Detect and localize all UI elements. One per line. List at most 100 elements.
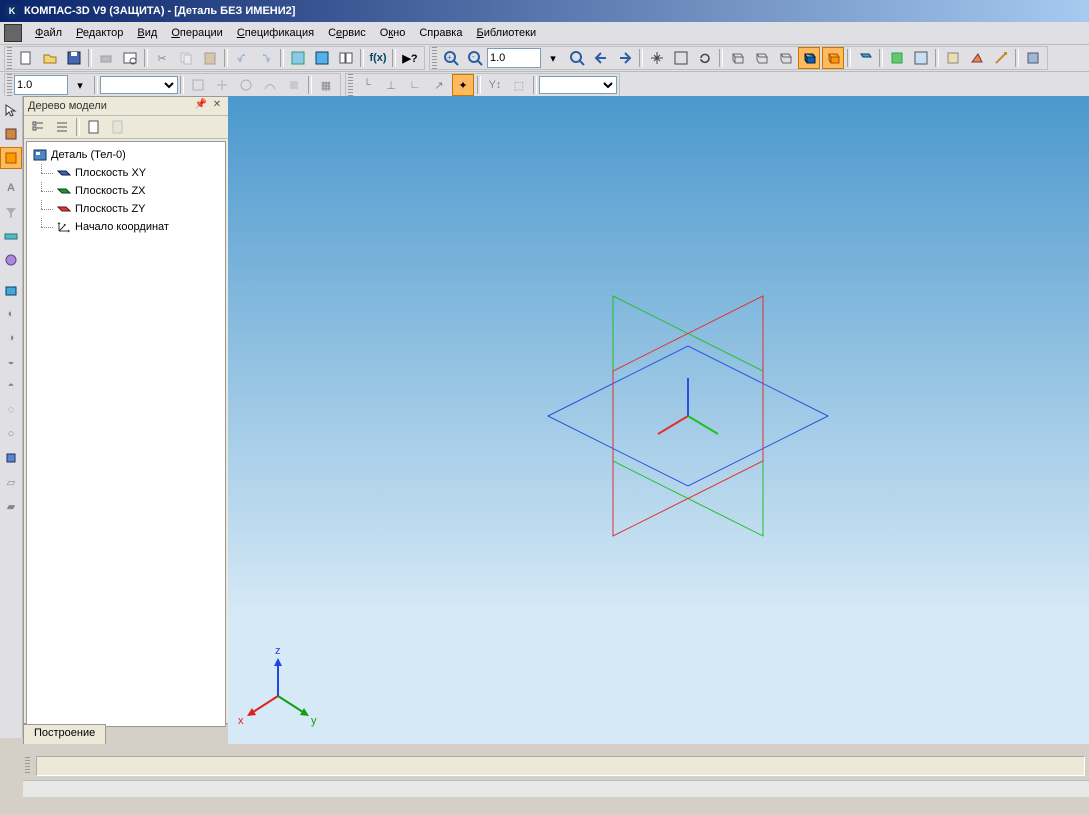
wireframe-button[interactable] [726,47,748,69]
tree-item-zx[interactable]: Плоскость ZX [29,182,223,200]
side-t1-button[interactable]: ◐ [0,303,22,325]
menu-help[interactable]: Справка [412,25,469,41]
side-filter-button[interactable] [0,201,22,223]
snap-e-button[interactable]: ✦ [452,74,474,96]
side-text-button[interactable]: A [0,177,22,199]
menu-service[interactable]: Сервис [321,25,373,41]
panel-close-button[interactable]: ✕ [210,99,224,113]
undo-button[interactable] [231,47,253,69]
panel-title-bar[interactable]: Дерево модели 📌 ✕ [24,97,228,116]
variant-select[interactable] [100,76,178,94]
tool-a-button[interactable] [942,47,964,69]
side-t7-button[interactable] [0,447,22,469]
menu-editor[interactable]: Редактор [69,25,130,41]
shaded-button[interactable] [798,47,820,69]
side-measure-button[interactable] [0,225,22,247]
panel-pin-button[interactable]: 📌 [194,99,208,113]
snap-b-button[interactable]: ⊥ [380,74,402,96]
snap5-button[interactable] [283,74,305,96]
tree-props-button[interactable] [83,116,105,138]
toolbar-grip[interactable] [348,74,353,96]
grid-button[interactable]: ▦ [315,74,337,96]
cut-button[interactable]: ✂ [151,47,173,69]
zoom-next-button[interactable] [614,47,636,69]
shaded-edges-button[interactable] [822,47,844,69]
side-t4-button[interactable]: ◓ [0,375,22,397]
tree-item-zy[interactable]: Плоскость ZY [29,200,223,218]
tree-item-origin[interactable]: Начало координат [29,218,223,236]
zoom-out-button[interactable]: - [464,47,486,69]
help-button[interactable]: ▶? [399,47,421,69]
side-t5-button[interactable]: ◌ [0,399,22,421]
pan-button[interactable] [646,47,668,69]
side-t9-button[interactable]: ▰ [0,495,22,517]
rotate-button[interactable] [694,47,716,69]
menu-operations[interactable]: Операции [164,25,229,41]
3d-viewport[interactable]: z x y [228,96,1089,744]
snap2-button[interactable] [211,74,233,96]
section-button[interactable] [886,47,908,69]
snap3-button[interactable] [235,74,257,96]
hidden-lines-button[interactable] [750,47,772,69]
document-icon[interactable] [4,24,22,42]
rebuild-button[interactable] [990,47,1012,69]
tab-build[interactable]: Построение [23,724,106,744]
bottom-scrollbar[interactable] [23,780,1089,797]
side-t3-button[interactable]: ◒ [0,351,22,373]
tree-item-xy[interactable]: Плоскость XY [29,164,223,182]
side-operation-button[interactable] [0,147,22,169]
toolbar-grip[interactable] [7,74,12,96]
save-button[interactable] [63,47,85,69]
properties-button[interactable] [335,47,357,69]
variables-button[interactable]: f(x) [367,47,389,69]
snap-g-button[interactable]: ⬚ [508,74,530,96]
snap-mode-select[interactable] [539,76,617,94]
print-preview-button[interactable] [119,47,141,69]
perspective-button[interactable] [854,47,876,69]
redo-button[interactable] [255,47,277,69]
tree-root[interactable]: Деталь (Тел-0) [29,146,223,164]
zoom-window-button[interactable] [566,47,588,69]
step-input[interactable] [14,75,68,95]
snap4-button[interactable] [259,74,281,96]
zoom-in-button[interactable]: + [440,47,462,69]
tree-mode1-button[interactable] [27,116,49,138]
side-extrude-button[interactable] [0,279,22,301]
side-aux-button[interactable] [0,249,22,271]
toolbar-end-button[interactable] [1022,47,1044,69]
menu-window[interactable]: Окно [373,25,413,41]
open-button[interactable] [39,47,61,69]
side-t8-button[interactable]: ▱ [0,471,22,493]
zoom-fit-button[interactable] [670,47,692,69]
spec-button[interactable] [287,47,309,69]
menu-libraries[interactable]: Библиотеки [469,25,543,41]
snap-f-button[interactable]: Y↕ [484,74,506,96]
tool-b-button[interactable] [966,47,988,69]
toolbar-grip[interactable] [7,47,12,69]
zoom-dropdown-button[interactable]: ▾ [542,47,564,69]
menu-file[interactable]: ФФайлайл [28,25,69,41]
step-dropdown-button[interactable]: ▾ [69,74,91,96]
toolbar-grip[interactable] [432,47,437,69]
redraw-button[interactable] [910,47,932,69]
side-t2-button[interactable]: ◑ [0,327,22,349]
snap1-button[interactable] [187,74,209,96]
zoom-scale-input[interactable] [487,48,541,68]
snap-c-button[interactable]: ∟ [404,74,426,96]
paste-button[interactable] [199,47,221,69]
tree-display-button[interactable] [107,116,129,138]
status-grip[interactable] [25,757,30,775]
zoom-previous-button[interactable] [590,47,612,69]
new-document-button[interactable] [15,47,37,69]
snap-d-button[interactable]: ↗ [428,74,450,96]
print-button[interactable] [95,47,117,69]
tree-mode2-button[interactable] [51,116,73,138]
menu-specification[interactable]: Спецификация [230,25,321,41]
model-tree[interactable]: Деталь (Тел-0) Плоскость XY Плоскость ZX… [26,141,226,727]
spec2-button[interactable] [311,47,333,69]
side-sketch-button[interactable] [0,123,22,145]
side-t6-button[interactable]: ○ [0,423,22,445]
no-hidden-button[interactable] [774,47,796,69]
menu-view[interactable]: Вид [130,25,164,41]
side-select-button[interactable] [0,99,22,121]
